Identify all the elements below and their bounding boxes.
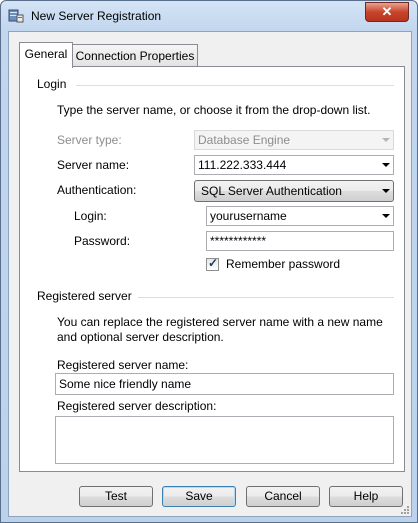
save-button[interactable]: Save <box>162 486 236 507</box>
chevron-down-icon <box>382 189 390 193</box>
tab-connection-properties[interactable]: Connection Properties <box>72 44 198 67</box>
checkmark-icon: ✓ <box>208 256 219 270</box>
tab-general[interactable]: General <box>19 42 73 68</box>
remember-password-label: Remember password <box>226 257 341 271</box>
dialog-window: New Server Registration ✕ General Connec… <box>0 0 418 523</box>
login-value: yourusername <box>210 209 287 223</box>
dialog-client: General Connection Properties Login Type… <box>8 31 412 517</box>
registered-server-section-title: Registered server <box>37 289 132 303</box>
chevron-down-icon <box>382 214 390 218</box>
window-title: New Server Registration <box>31 9 162 23</box>
registered-description-label: Registered server description: <box>57 399 217 413</box>
chevron-down-icon <box>382 138 390 142</box>
title-bar[interactable]: New Server Registration ✕ <box>1 1 417 31</box>
authentication-dropdown[interactable]: SQL Server Authentication <box>194 180 394 202</box>
login-combo[interactable]: yourusername <box>206 206 394 226</box>
registered-description-textarea[interactable] <box>55 416 394 464</box>
login-section-divider <box>76 85 394 86</box>
close-button[interactable]: ✕ <box>365 2 409 22</box>
registered-name-label: Registered server name: <box>57 358 189 372</box>
authentication-label: Authentication: <box>57 183 137 197</box>
test-button[interactable]: Test <box>79 486 153 507</box>
registered-section-divider <box>138 297 394 298</box>
resize-grip-icon[interactable] <box>400 505 410 515</box>
help-button[interactable]: Help <box>329 486 403 507</box>
server-name-combo[interactable]: 111.222.333.444 <box>194 155 394 175</box>
server-name-value: 111.222.333.444 <box>198 158 287 172</box>
login-instructions: Type the server name, or choose it from … <box>57 103 371 117</box>
server-registration-icon <box>8 9 24 23</box>
registered-instructions-line1: You can replace the registered server na… <box>57 315 383 329</box>
registered-instructions-line2: and optional server description. <box>57 330 224 344</box>
remember-password-checkbox[interactable]: ✓ <box>206 256 219 271</box>
password-label: Password: <box>74 234 131 248</box>
server-name-label: Server name: <box>57 158 130 172</box>
cancel-button[interactable]: Cancel <box>246 486 320 507</box>
authentication-value: SQL Server Authentication <box>201 184 342 198</box>
chevron-down-icon <box>382 163 390 167</box>
general-tab-panel: Login Type the server name, or choose it… <box>19 66 405 472</box>
server-type-value: Database Engine <box>198 133 291 147</box>
registered-name-input[interactable]: Some nice friendly name <box>55 373 394 395</box>
server-type-label: Server type: <box>57 133 122 147</box>
login-label: Login: <box>74 209 107 223</box>
server-type-combo: Database Engine <box>194 130 394 150</box>
login-section-title: Login <box>37 77 67 91</box>
password-field[interactable]: ************ <box>206 231 394 251</box>
